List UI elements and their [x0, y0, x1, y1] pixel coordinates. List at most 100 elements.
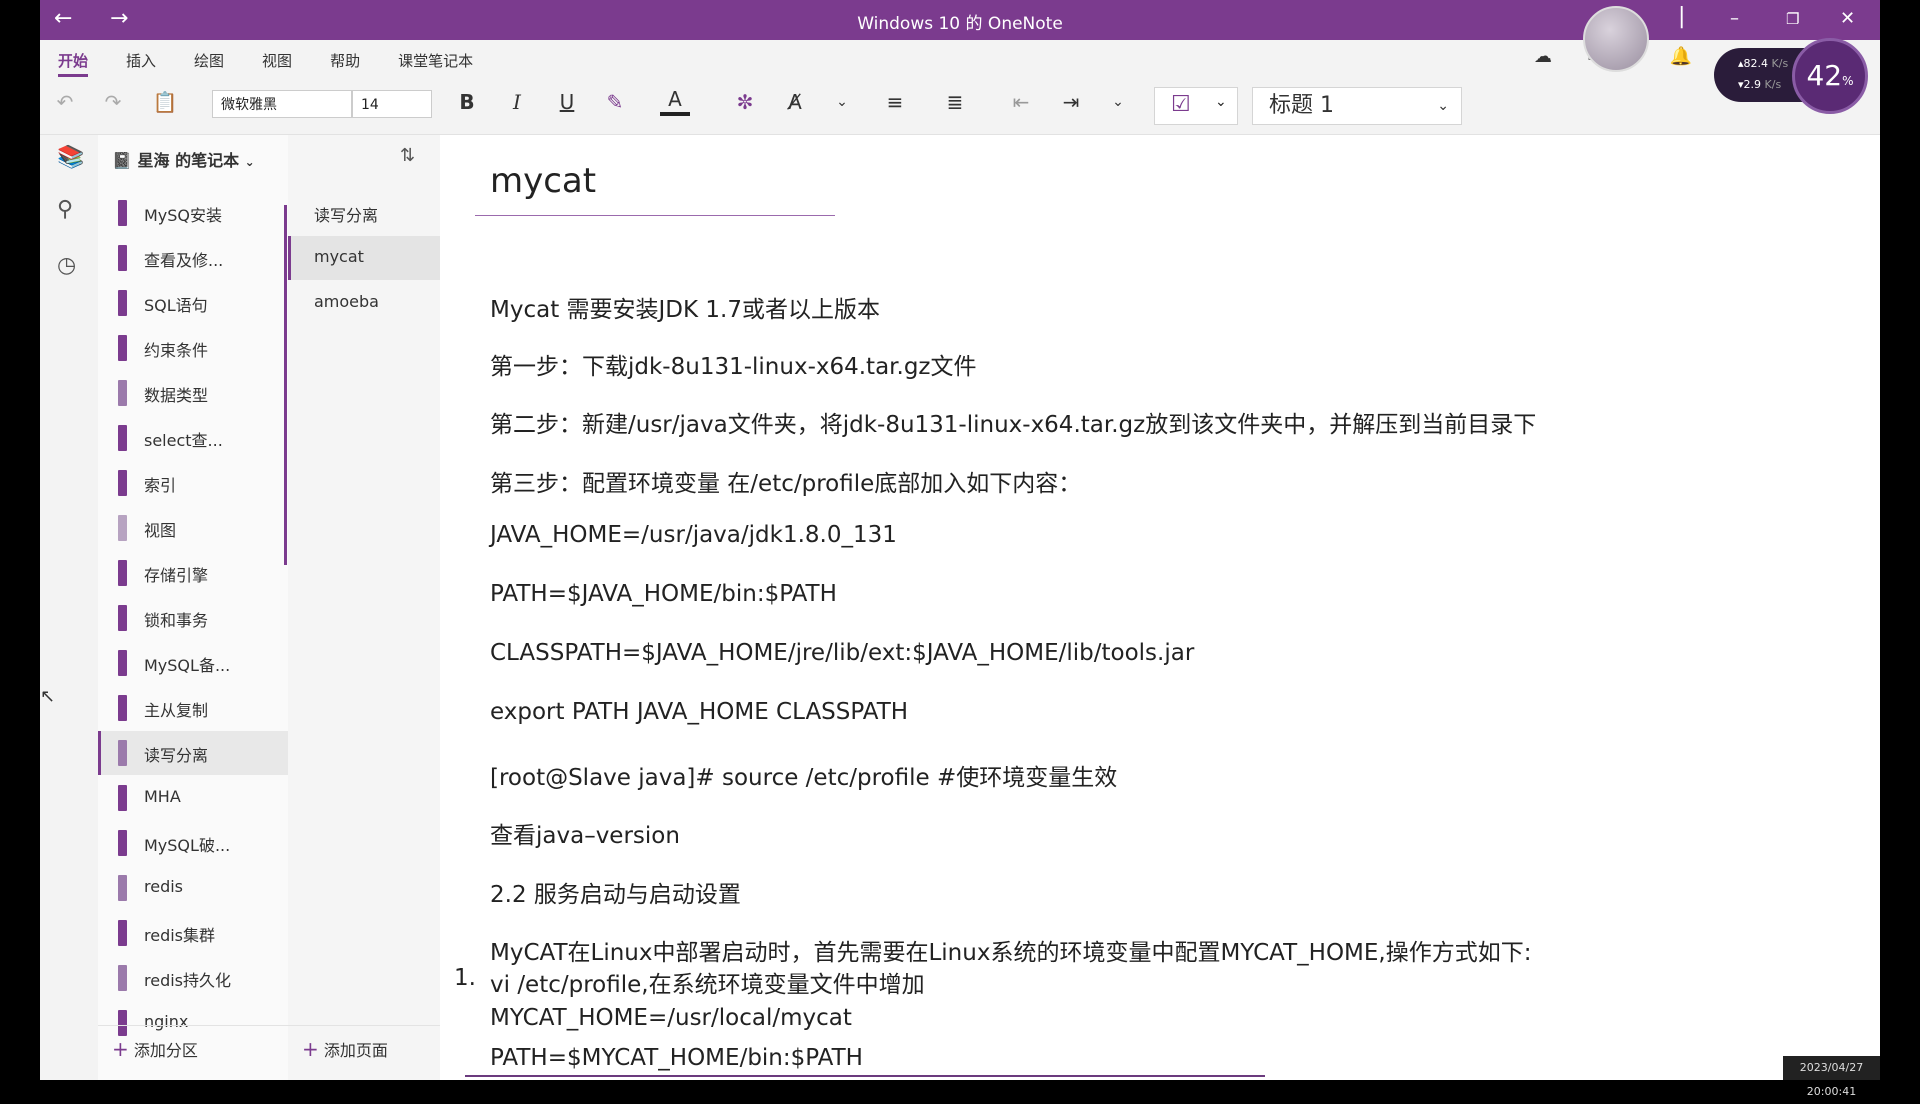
- notebook-title-dropdown[interactable]: 📓 星海 的笔记本 ⌄: [112, 147, 255, 171]
- add-page-button[interactable]: + 添加页面: [302, 1037, 388, 1061]
- increase-indent-icon[interactable]: ⇥: [1056, 86, 1086, 118]
- section-item[interactable]: MySQL备...: [98, 641, 288, 685]
- italic-icon[interactable]: I: [502, 86, 532, 118]
- page-item[interactable]: mycat: [288, 236, 440, 280]
- list-line[interactable]: PATH=$MYCAT_HOME/bin:$PATH: [490, 1045, 863, 1071]
- decrease-indent-icon[interactable]: ⇤: [1006, 86, 1036, 118]
- restore-icon[interactable]: ❐: [1786, 10, 1799, 28]
- notebooks-icon[interactable]: 📚: [57, 145, 84, 170]
- bullet-list-icon[interactable]: ≡: [880, 86, 910, 118]
- section-label: 读写分离: [144, 746, 209, 765]
- pages-pane: ⇅ 读写分离 mycat amoeba + 添加页面: [288, 135, 441, 1080]
- avatar[interactable]: [1583, 6, 1649, 72]
- plus-icon: +: [302, 1037, 319, 1061]
- list-line[interactable]: MYCAT_HOME=/usr/local/mycat: [490, 1005, 852, 1031]
- download-speed: ▾2.9 K/s: [1738, 78, 1782, 91]
- onenote-window: ← → Windows 10 的 OneNote | – ❐ ✕ 开始 插入 绘…: [40, 0, 1880, 1080]
- page-label: mycat: [314, 247, 364, 266]
- add-section-button[interactable]: + 添加分区: [112, 1037, 198, 1061]
- section-item[interactable]: 主从复制: [98, 686, 288, 730]
- section-item[interactable]: MHA: [98, 776, 288, 820]
- highlight-icon[interactable]: ✎: [600, 86, 630, 118]
- section-color-tab-icon: [118, 560, 127, 586]
- style-dropdown[interactable]: 标题 1 ⌄: [1252, 87, 1462, 125]
- section-color-tab-icon: [118, 200, 127, 226]
- section-item[interactable]: redis: [98, 866, 288, 910]
- page-label: amoeba: [314, 292, 379, 311]
- section-item[interactable]: 约束条件: [98, 326, 288, 370]
- ribbon-tabs: 开始 插入 绘图 视图 帮助 课堂笔记本: [58, 50, 511, 77]
- tab-insert[interactable]: 插入: [126, 50, 156, 71]
- font-size-input[interactable]: 14: [352, 90, 432, 118]
- clear-format-icon[interactable]: A̸: [780, 86, 810, 118]
- sync-icon[interactable]: ☁: [1528, 40, 1558, 72]
- format-painter-icon[interactable]: ✼: [730, 86, 760, 118]
- page-canvas[interactable]: mycat Mycat 需要安装JDK 1.7或者以上版本第一步：下载jdk-8…: [440, 135, 1880, 1080]
- section-color-tab-icon: [118, 695, 127, 721]
- section-item[interactable]: redis集群: [98, 911, 288, 955]
- search-icon[interactable]: ⚲: [57, 197, 73, 222]
- section-item[interactable]: MySQL破...: [98, 821, 288, 865]
- note-line[interactable]: CLASSPATH=$JAVA_HOME/jre/lib/ext:$JAVA_H…: [490, 640, 1194, 666]
- section-label: redis持久化: [144, 971, 232, 990]
- section-item[interactable]: 视图: [98, 506, 288, 550]
- page-item[interactable]: 读写分离: [288, 191, 440, 235]
- section-item[interactable]: 索引: [98, 461, 288, 505]
- section-color-tab-icon: [118, 785, 127, 811]
- section-item[interactable]: select查...: [98, 416, 288, 460]
- clipboard-icon[interactable]: 📋: [150, 86, 180, 118]
- tab-class-notebook[interactable]: 课堂笔记本: [398, 50, 473, 71]
- section-item[interactable]: 查看及修...: [98, 236, 288, 280]
- page-title[interactable]: mycat: [490, 161, 596, 201]
- font-name-input[interactable]: 微软雅黑: [212, 90, 352, 118]
- sections-scrollbar[interactable]: [284, 205, 287, 565]
- note-line[interactable]: 第三步：配置环境变量 在/etc/profile底部加入如下内容：: [490, 464, 1081, 498]
- tab-draw[interactable]: 绘图: [194, 50, 224, 71]
- section-item[interactable]: SQL语句: [98, 281, 288, 325]
- note-line[interactable]: export PATH JAVA_HOME CLASSPATH: [490, 699, 908, 725]
- recent-clock-icon[interactable]: ◷: [57, 253, 76, 278]
- minimize-icon[interactable]: –: [1730, 8, 1739, 29]
- chevron-down-icon[interactable]: ⌄: [830, 86, 854, 118]
- sort-pages-icon[interactable]: ⇅: [400, 145, 415, 166]
- tab-help[interactable]: 帮助: [330, 50, 360, 71]
- note-line[interactable]: 2.2 服务启动与启动设置: [490, 875, 741, 909]
- section-color-tab-icon: [118, 740, 127, 766]
- note-line[interactable]: [root@Slave java]# source /etc/profile #…: [490, 758, 1117, 792]
- page-item[interactable]: amoeba: [288, 281, 440, 325]
- note-line[interactable]: MyCAT在Linux中部署启动时，首先需要在Linux系统的环境变量中配置MY…: [490, 933, 1531, 967]
- chevron-down-icon[interactable]: ⌄: [1106, 86, 1130, 118]
- timestamp: 2023/04/27 20:00:41: [1783, 1056, 1880, 1098]
- note-line[interactable]: Mycat 需要安装JDK 1.7或者以上版本: [490, 290, 880, 324]
- note-line[interactable]: 第二步：新建/usr/java文件夹，将jdk-8u131-linux-x64.…: [490, 405, 1536, 439]
- chevron-down-icon: ⌄: [1437, 98, 1449, 114]
- section-item[interactable]: 读写分离: [98, 731, 288, 775]
- section-color-tab-icon: [118, 830, 127, 856]
- tab-view[interactable]: 视图: [262, 50, 292, 71]
- close-icon[interactable]: ✕: [1840, 8, 1855, 29]
- todo-tag-dropdown[interactable]: ☑ ⌄: [1154, 87, 1238, 125]
- note-line[interactable]: PATH=$JAVA_HOME/bin:$PATH: [490, 581, 837, 607]
- section-item[interactable]: 存储引擎: [98, 551, 288, 595]
- section-color-tab-icon: [118, 245, 127, 271]
- section-label: 数据类型: [144, 386, 209, 405]
- underline-icon[interactable]: U: [552, 86, 582, 118]
- font-color-icon[interactable]: A: [660, 86, 690, 116]
- section-item[interactable]: 数据类型: [98, 371, 288, 415]
- section-color-tab-icon: [118, 290, 127, 316]
- redo-icon[interactable]: ↷: [98, 86, 128, 118]
- numbered-list-icon[interactable]: ≣: [940, 86, 970, 118]
- undo-icon[interactable]: ↶: [50, 86, 80, 118]
- section-item[interactable]: redis持久化: [98, 956, 288, 1000]
- tab-home[interactable]: 开始: [58, 50, 89, 77]
- bold-icon[interactable]: B: [452, 86, 482, 118]
- section-label: 视图: [144, 521, 177, 540]
- section-item[interactable]: MySQ安装: [98, 191, 288, 235]
- note-line[interactable]: 查看java–version: [490, 816, 680, 850]
- section-item[interactable]: 锁和事务: [98, 596, 288, 640]
- bell-icon[interactable]: 🔔: [1666, 40, 1696, 72]
- list-line[interactable]: vi /etc/profile,在系统环境变量文件中增加: [490, 965, 925, 999]
- section-label: redis: [144, 877, 184, 896]
- note-line[interactable]: 第一步：下载jdk-8u131-linux-x64.tar.gz文件: [490, 347, 977, 381]
- note-line[interactable]: JAVA_HOME=/usr/java/jdk1.8.0_131: [490, 522, 897, 548]
